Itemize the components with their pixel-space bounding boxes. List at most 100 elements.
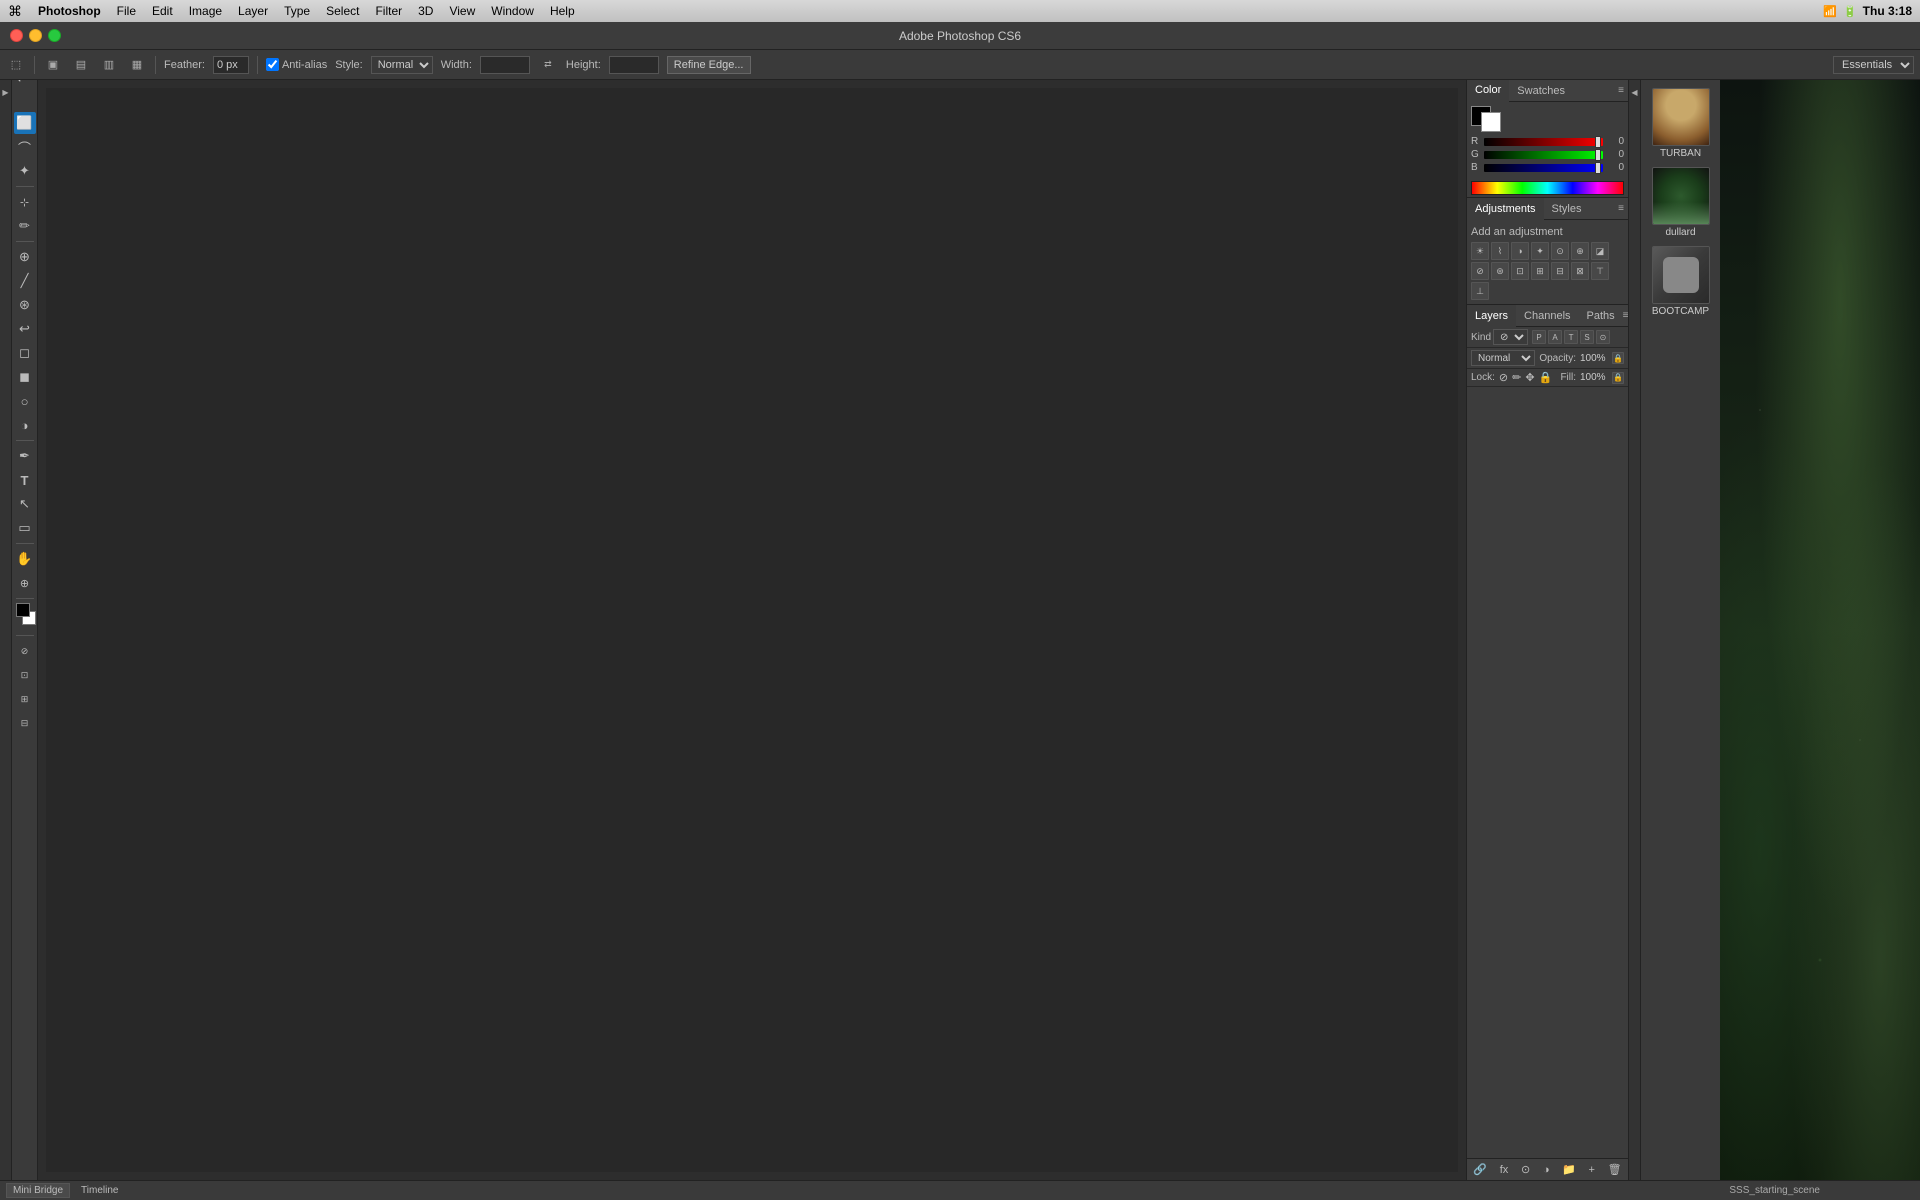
menu-image[interactable]: Image xyxy=(189,4,222,18)
filter-smart[interactable]: ⊙ xyxy=(1596,330,1610,344)
minimize-button[interactable] xyxy=(29,29,42,42)
menu-window[interactable]: Window xyxy=(491,4,534,18)
tool-extra2[interactable]: ⊡ xyxy=(14,664,36,686)
tool-blur[interactable]: ○ xyxy=(14,390,36,412)
menu-photoshop[interactable]: Photoshop xyxy=(38,4,101,18)
adj-panel-menu[interactable]: ≡ xyxy=(1618,203,1624,214)
link-layers-icon[interactable]: 🔗 xyxy=(1473,1163,1487,1176)
menu-filter[interactable]: Filter xyxy=(375,4,402,18)
tab-adjustments[interactable]: Adjustments xyxy=(1467,198,1544,220)
blend-mode-select[interactable]: Normal xyxy=(1471,350,1535,366)
menu-view[interactable]: View xyxy=(449,4,475,18)
tool-extra1[interactable]: ⊘ xyxy=(14,640,36,662)
adj-invert[interactable]: ⊞ xyxy=(1531,262,1549,280)
canvas-area[interactable] xyxy=(38,80,1466,1180)
lock-transparent-icon[interactable]: ⊘ xyxy=(1499,371,1508,384)
add-folder-icon[interactable]: 📁 xyxy=(1562,1163,1576,1176)
tool-clone-stamp[interactable]: ⊛ xyxy=(14,294,36,316)
bg-color-box[interactable] xyxy=(1481,112,1501,132)
tab-styles[interactable]: Styles xyxy=(1544,198,1590,220)
menu-file[interactable]: File xyxy=(117,4,136,18)
tool-healing-brush[interactable]: ⊕ xyxy=(14,246,36,268)
anti-alias-checkbox[interactable] xyxy=(266,58,279,71)
filter-pixel[interactable]: P xyxy=(1532,330,1546,344)
tool-text[interactable]: T xyxy=(14,469,36,491)
menu-type[interactable]: Type xyxy=(284,4,310,18)
filter-type[interactable]: T xyxy=(1564,330,1578,344)
filter-adj[interactable]: A xyxy=(1548,330,1562,344)
adj-channel-mixer[interactable]: ⊛ xyxy=(1491,262,1509,280)
adj-color-lookup[interactable]: ⊡ xyxy=(1511,262,1529,280)
adj-curves[interactable]: ⌇ xyxy=(1491,242,1509,260)
tab-swatches[interactable]: Swatches xyxy=(1509,80,1573,102)
tab-mini-bridge[interactable]: Mini Bridge xyxy=(6,1183,70,1198)
tool-options-icon3[interactable]: ▤ xyxy=(71,55,91,75)
tool-pen[interactable]: ✒ xyxy=(14,445,36,467)
tab-paths[interactable]: Paths xyxy=(1579,305,1623,327)
menu-help[interactable]: Help xyxy=(550,4,575,18)
lock-position-icon[interactable]: ✥ xyxy=(1525,371,1534,384)
color-panel-menu[interactable]: ≡ xyxy=(1618,85,1624,96)
adj-color-balance[interactable]: ⊕ xyxy=(1571,242,1589,260)
menu-layer[interactable]: Layer xyxy=(238,4,268,18)
style-select[interactable]: Normal xyxy=(371,56,433,74)
tool-brush[interactable]: ╱ xyxy=(14,270,36,292)
r-slider[interactable] xyxy=(1484,138,1603,146)
foreground-color-swatch[interactable] xyxy=(16,603,30,617)
color-spectrum-bar[interactable] xyxy=(1471,181,1624,195)
collapse-left-panel[interactable]: ▶ xyxy=(0,80,12,1180)
tool-options-icon4[interactable]: ▥ xyxy=(99,55,119,75)
essentials-select[interactable]: Essentials xyxy=(1833,56,1914,74)
tool-options-icon1[interactable]: ⬚ xyxy=(6,55,26,75)
tab-color[interactable]: Color xyxy=(1467,80,1509,102)
adjustment-icon[interactable]: ◑ xyxy=(1543,1164,1550,1176)
refine-edge-button[interactable]: Refine Edge... xyxy=(667,56,751,74)
tool-path-selection[interactable]: ↖ xyxy=(14,493,36,515)
menu-edit[interactable]: Edit xyxy=(152,4,173,18)
tool-gradient[interactable]: ◼ xyxy=(14,366,36,388)
adj-selective-color[interactable]: ⊥ xyxy=(1471,282,1489,300)
filter-shape[interactable]: S xyxy=(1580,330,1594,344)
menu-select[interactable]: Select xyxy=(326,4,359,18)
tool-options-icon5[interactable]: ▦ xyxy=(127,55,147,75)
g-slider[interactable] xyxy=(1484,151,1603,159)
tool-extra4[interactable]: ⊟ xyxy=(14,712,36,734)
tab-timeline[interactable]: Timeline xyxy=(74,1183,125,1198)
lock-image-icon[interactable]: ✏ xyxy=(1512,371,1521,384)
maximize-button[interactable] xyxy=(48,29,61,42)
thumbnail-turban[interactable]: TURBAN xyxy=(1652,88,1710,159)
adj-vibrance[interactable]: ✦ xyxy=(1531,242,1549,260)
adj-gradient-map[interactable]: ⊤ xyxy=(1591,262,1609,280)
b-slider[interactable] xyxy=(1484,164,1603,172)
thumbnail-bootcamp[interactable]: BOOTCAMP xyxy=(1652,246,1710,317)
tab-channels[interactable]: Channels xyxy=(1516,305,1578,327)
adj-posterize[interactable]: ⊟ xyxy=(1551,262,1569,280)
lock-all-icon[interactable]: 🔒 xyxy=(1539,371,1553,384)
adj-threshold[interactable]: ⊠ xyxy=(1571,262,1589,280)
tool-shape[interactable]: ▭ xyxy=(14,517,36,539)
adj-exposure[interactable]: ◑ xyxy=(1511,242,1529,260)
adj-bw[interactable]: ◪ xyxy=(1591,242,1609,260)
height-input[interactable] xyxy=(609,56,659,74)
kind-filter-select[interactable]: ⊘ xyxy=(1493,329,1528,345)
tool-zoom[interactable]: ⊕ xyxy=(14,572,36,594)
adj-hsl[interactable]: ⊙ xyxy=(1551,242,1569,260)
fill-lock[interactable]: 🔒 xyxy=(1612,372,1624,384)
tool-lasso[interactable]: ⌒ xyxy=(14,136,36,158)
tool-hand[interactable]: ✋ xyxy=(14,548,36,570)
menu-3d[interactable]: 3D xyxy=(418,4,433,18)
fx-icon[interactable]: fx xyxy=(1500,1164,1509,1176)
tool-history-brush[interactable]: ↩ xyxy=(14,318,36,340)
apple-menu[interactable]: ⌘ xyxy=(8,3,22,20)
width-input[interactable] xyxy=(480,56,530,74)
tool-options-icon2[interactable]: ▣ xyxy=(43,55,63,75)
delete-layer-icon[interactable]: 🗑 xyxy=(1608,1163,1622,1176)
thumbnail-dullard[interactable]: dullard xyxy=(1652,167,1710,238)
opacity-lock[interactable]: 🔒 xyxy=(1612,352,1624,364)
tool-rectangular-marquee[interactable]: ⬜ xyxy=(14,112,36,134)
add-mask-icon[interactable]: ⊙ xyxy=(1521,1163,1530,1176)
adj-photo-filter[interactable]: ⊘ xyxy=(1471,262,1489,280)
tool-extra3[interactable]: ⊞ xyxy=(14,688,36,710)
tool-eraser[interactable]: ◻ xyxy=(14,342,36,364)
close-button[interactable] xyxy=(10,29,23,42)
